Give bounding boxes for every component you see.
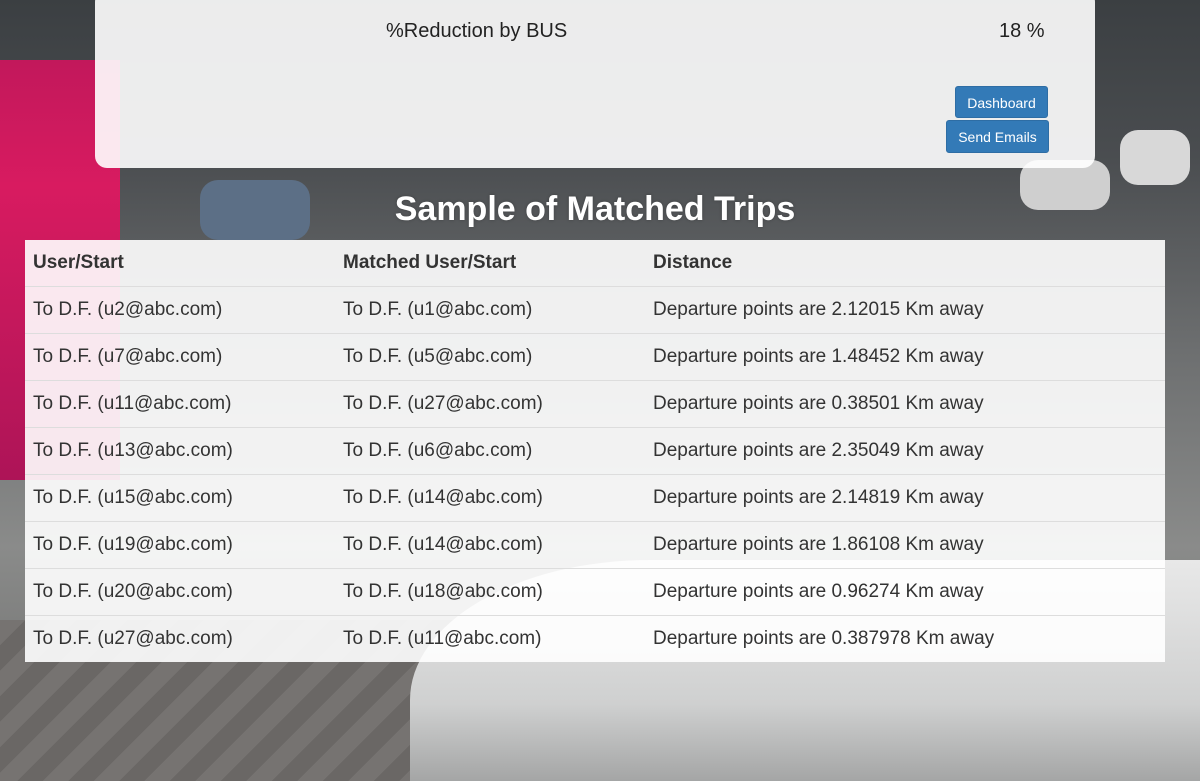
cell-matched-user-start: To D.F. (u27@abc.com) <box>335 380 645 428</box>
table-row: To D.F. (u7@abc.com) To D.F. (u5@abc.com… <box>25 333 1165 381</box>
table-header-row: User/Start Matched User/Start Distance <box>25 240 1165 287</box>
cell-matched-user-start: To D.F. (u1@abc.com) <box>335 286 645 334</box>
table-row: To D.F. (u13@abc.com) To D.F. (u6@abc.co… <box>25 427 1165 475</box>
cell-matched-user-start: To D.F. (u11@abc.com) <box>335 615 645 662</box>
summary-panel: %Reduction by BUS 18 % Dashboard Send Em… <box>95 0 1095 168</box>
cell-user-start: To D.F. (u2@abc.com) <box>25 286 335 334</box>
cell-matched-user-start: To D.F. (u14@abc.com) <box>335 474 645 522</box>
cell-user-start: To D.F. (u13@abc.com) <box>25 427 335 475</box>
matched-trips-table: User/Start Matched User/Start Distance T… <box>25 240 1165 662</box>
car-image-region <box>1120 130 1190 185</box>
table-row: To D.F. (u15@abc.com) To D.F. (u14@abc.c… <box>25 474 1165 522</box>
cell-user-start: To D.F. (u11@abc.com) <box>25 380 335 428</box>
cell-user-start: To D.F. (u27@abc.com) <box>25 615 335 662</box>
table-row: To D.F. (u27@abc.com) To D.F. (u11@abc.c… <box>25 615 1165 662</box>
cell-user-start: To D.F. (u7@abc.com) <box>25 333 335 381</box>
cell-matched-user-start: To D.F. (u5@abc.com) <box>335 333 645 381</box>
cell-distance: Departure points are 1.86108 Km away <box>645 521 1165 569</box>
reduction-value: 18 % <box>999 20 1045 42</box>
cell-user-start: To D.F. (u20@abc.com) <box>25 568 335 616</box>
section-title: Sample of Matched Trips <box>394 190 796 228</box>
table-row: To D.F. (u11@abc.com) To D.F. (u27@abc.c… <box>25 380 1165 428</box>
cell-distance: Departure points are 1.48452 Km away <box>645 333 1165 381</box>
table-row: To D.F. (u20@abc.com) To D.F. (u18@abc.c… <box>25 568 1165 616</box>
header-distance: Distance <box>645 240 1165 287</box>
cell-distance: Departure points are 0.38501 Km away <box>645 380 1165 428</box>
cell-matched-user-start: To D.F. (u14@abc.com) <box>335 521 645 569</box>
cell-distance: Departure points are 2.35049 Km away <box>645 427 1165 475</box>
cell-matched-user-start: To D.F. (u18@abc.com) <box>335 568 645 616</box>
reduction-label: %Reduction by BUS <box>386 20 568 42</box>
header-user-start: User/Start <box>25 240 335 287</box>
table-row: To D.F. (u19@abc.com) To D.F. (u14@abc.c… <box>25 521 1165 569</box>
cell-user-start: To D.F. (u19@abc.com) <box>25 521 335 569</box>
cell-distance: Departure points are 0.96274 Km away <box>645 568 1165 616</box>
header-matched-user-start: Matched User/Start <box>335 240 645 287</box>
dashboard-button[interactable]: Dashboard <box>955 86 1048 118</box>
cell-matched-user-start: To D.F. (u6@abc.com) <box>335 427 645 475</box>
cell-distance: Departure points are 0.387978 Km away <box>645 615 1165 662</box>
table-row: To D.F. (u2@abc.com) To D.F. (u1@abc.com… <box>25 286 1165 334</box>
cell-user-start: To D.F. (u15@abc.com) <box>25 474 335 522</box>
send-emails-button[interactable]: Send Emails <box>946 120 1049 153</box>
cell-distance: Departure points are 2.12015 Km away <box>645 286 1165 334</box>
cell-distance: Departure points are 2.14819 Km away <box>645 474 1165 522</box>
